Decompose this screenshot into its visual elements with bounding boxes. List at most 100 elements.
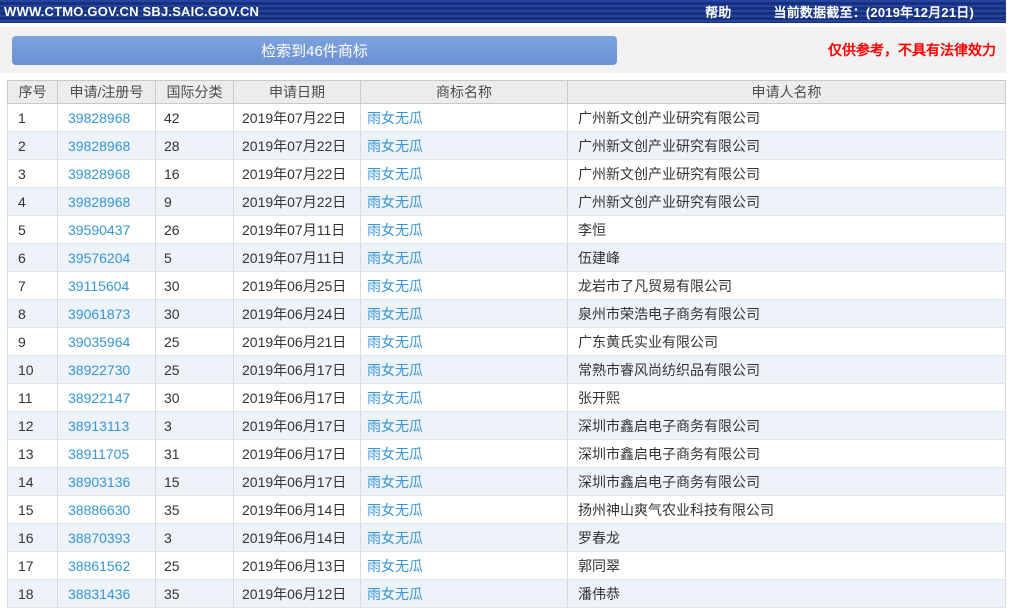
results-tbody: 1 39828968 42 2019年07月22日 雨女无瓜 广州新文创产业研究… xyxy=(8,104,1006,608)
disclaimer-text: 仅供参考，不具有法律效力 xyxy=(828,27,996,73)
mark-name-link[interactable]: 雨女无瓜 xyxy=(367,278,423,294)
column-header-date: 申请日期 xyxy=(234,81,361,104)
reg-number-link[interactable]: 39061873 xyxy=(68,306,130,322)
mark-name-link[interactable]: 雨女无瓜 xyxy=(367,250,423,266)
cell-mark-name: 雨女无瓜 xyxy=(361,272,568,300)
cell-serial: 14 xyxy=(8,468,58,496)
cell-apply-date: 2019年06月17日 xyxy=(234,468,361,496)
column-header-serial: 序号 xyxy=(8,81,58,104)
reg-number-link[interactable]: 38922730 xyxy=(68,362,130,378)
cell-applicant: 泉州市荣浩电子商务有限公司 xyxy=(568,300,1006,328)
reg-number-link[interactable]: 39590437 xyxy=(68,222,130,238)
reg-number-link[interactable]: 39828968 xyxy=(68,138,130,154)
reg-number-link[interactable]: 38870393 xyxy=(68,530,130,546)
reg-number-link[interactable]: 39035964 xyxy=(68,334,130,350)
cell-applicant: 李恒 xyxy=(568,216,1006,244)
site-title: WWW.CTMO.GOV.CN SBJ.SAIC.GOV.CN xyxy=(0,4,259,19)
cell-serial: 8 xyxy=(8,300,58,328)
cell-mark-name: 雨女无瓜 xyxy=(361,104,568,132)
column-header-class: 国际分类 xyxy=(156,81,234,104)
reg-number-link[interactable]: 38922147 xyxy=(68,390,130,406)
reg-number-link[interactable]: 39828968 xyxy=(68,194,130,210)
cell-mark-name: 雨女无瓜 xyxy=(361,384,568,412)
mark-name-link[interactable]: 雨女无瓜 xyxy=(367,474,423,490)
cell-applicant: 潘伟恭 xyxy=(568,580,1006,608)
help-link[interactable]: 帮助 xyxy=(705,2,731,21)
cell-mark-name: 雨女无瓜 xyxy=(361,244,568,272)
mark-name-link[interactable]: 雨女无瓜 xyxy=(367,446,423,462)
mark-name-link[interactable]: 雨女无瓜 xyxy=(367,334,423,350)
cell-mark-name: 雨女无瓜 xyxy=(361,356,568,384)
cell-reg-number: 38903136 xyxy=(58,468,156,496)
mark-name-link[interactable]: 雨女无瓜 xyxy=(367,558,423,574)
reg-number-link[interactable]: 38903136 xyxy=(68,474,130,490)
reg-number-link[interactable]: 39828968 xyxy=(68,110,130,126)
cell-serial: 9 xyxy=(8,328,58,356)
cell-apply-date: 2019年06月13日 xyxy=(234,552,361,580)
cell-intl-class: 31 xyxy=(156,440,234,468)
mark-name-link[interactable]: 雨女无瓜 xyxy=(367,110,423,126)
cell-applicant: 龙岩市了凡贸易有限公司 xyxy=(568,272,1006,300)
cell-applicant: 常熟市睿风尚纺织品有限公司 xyxy=(568,356,1006,384)
cell-reg-number: 38861562 xyxy=(58,552,156,580)
cell-serial: 5 xyxy=(8,216,58,244)
cell-intl-class: 5 xyxy=(156,244,234,272)
cell-applicant: 广州新文创产业研究有限公司 xyxy=(568,160,1006,188)
mark-name-link[interactable]: 雨女无瓜 xyxy=(367,138,423,154)
cell-apply-date: 2019年06月17日 xyxy=(234,440,361,468)
reg-number-link[interactable]: 38911705 xyxy=(68,446,129,462)
cell-intl-class: 30 xyxy=(156,272,234,300)
cell-applicant: 伍建峰 xyxy=(568,244,1006,272)
mark-name-link[interactable]: 雨女无瓜 xyxy=(367,418,423,434)
cell-apply-date: 2019年06月14日 xyxy=(234,496,361,524)
cell-serial: 18 xyxy=(8,580,58,608)
reg-number-link[interactable]: 39576204 xyxy=(68,250,130,266)
cell-intl-class: 25 xyxy=(156,552,234,580)
cell-apply-date: 2019年07月11日 xyxy=(234,216,361,244)
cell-reg-number: 38870393 xyxy=(58,524,156,552)
mark-name-link[interactable]: 雨女无瓜 xyxy=(367,502,423,518)
cell-intl-class: 35 xyxy=(156,496,234,524)
cell-mark-name: 雨女无瓜 xyxy=(361,328,568,356)
mark-name-link[interactable]: 雨女无瓜 xyxy=(367,586,423,602)
reg-number-link[interactable]: 39828968 xyxy=(68,166,130,182)
mark-name-link[interactable]: 雨女无瓜 xyxy=(367,166,423,182)
results-table: 序号 申请/注册号 国际分类 申请日期 商标名称 申请人名称 1 3982896… xyxy=(7,80,1006,608)
mark-name-link[interactable]: 雨女无瓜 xyxy=(367,390,423,406)
cell-reg-number: 38831436 xyxy=(58,580,156,608)
page: WWW.CTMO.GOV.CN SBJ.SAIC.GOV.CN 帮助 当前数据截… xyxy=(0,0,1013,609)
cell-intl-class: 42 xyxy=(156,104,234,132)
mark-name-link[interactable]: 雨女无瓜 xyxy=(367,530,423,546)
table-row: 2 39828968 28 2019年07月22日 雨女无瓜 广州新文创产业研究… xyxy=(8,132,1006,160)
reg-number-link[interactable]: 39115604 xyxy=(68,278,129,294)
mark-name-link[interactable]: 雨女无瓜 xyxy=(367,194,423,210)
reg-number-link[interactable]: 38913113 xyxy=(68,418,129,434)
cell-reg-number: 39828968 xyxy=(58,188,156,216)
cell-applicant: 罗春龙 xyxy=(568,524,1006,552)
reg-number-link[interactable]: 38886630 xyxy=(68,502,130,518)
cell-reg-number: 38886630 xyxy=(58,496,156,524)
reg-number-link[interactable]: 38861562 xyxy=(68,558,130,574)
cell-reg-number: 39576204 xyxy=(58,244,156,272)
mark-name-link[interactable]: 雨女无瓜 xyxy=(367,222,423,238)
cell-serial: 16 xyxy=(8,524,58,552)
mark-name-link[interactable]: 雨女无瓜 xyxy=(367,362,423,378)
table-row: 4 39828968 9 2019年07月22日 雨女无瓜 广州新文创产业研究有… xyxy=(8,188,1006,216)
column-header-applicant: 申请人名称 xyxy=(568,81,1006,104)
cell-serial: 10 xyxy=(8,356,58,384)
results-count-button[interactable]: 检索到46件商标 xyxy=(12,36,617,65)
reg-number-link[interactable]: 38831436 xyxy=(68,586,130,602)
cell-apply-date: 2019年06月17日 xyxy=(234,384,361,412)
cell-serial: 3 xyxy=(8,160,58,188)
cell-applicant: 广州新文创产业研究有限公司 xyxy=(568,104,1006,132)
mark-name-link[interactable]: 雨女无瓜 xyxy=(367,306,423,322)
cell-apply-date: 2019年07月11日 xyxy=(234,244,361,272)
cell-reg-number: 39828968 xyxy=(58,104,156,132)
cell-serial: 4 xyxy=(8,188,58,216)
cell-applicant: 广东黄氏实业有限公司 xyxy=(568,328,1006,356)
cell-intl-class: 25 xyxy=(156,356,234,384)
cell-mark-name: 雨女无瓜 xyxy=(361,300,568,328)
toolbar: 检索到46件商标 仅供参考，不具有法律效力 xyxy=(0,27,1006,73)
table-row: 6 39576204 5 2019年07月11日 雨女无瓜 伍建峰 xyxy=(8,244,1006,272)
cell-intl-class: 9 xyxy=(156,188,234,216)
